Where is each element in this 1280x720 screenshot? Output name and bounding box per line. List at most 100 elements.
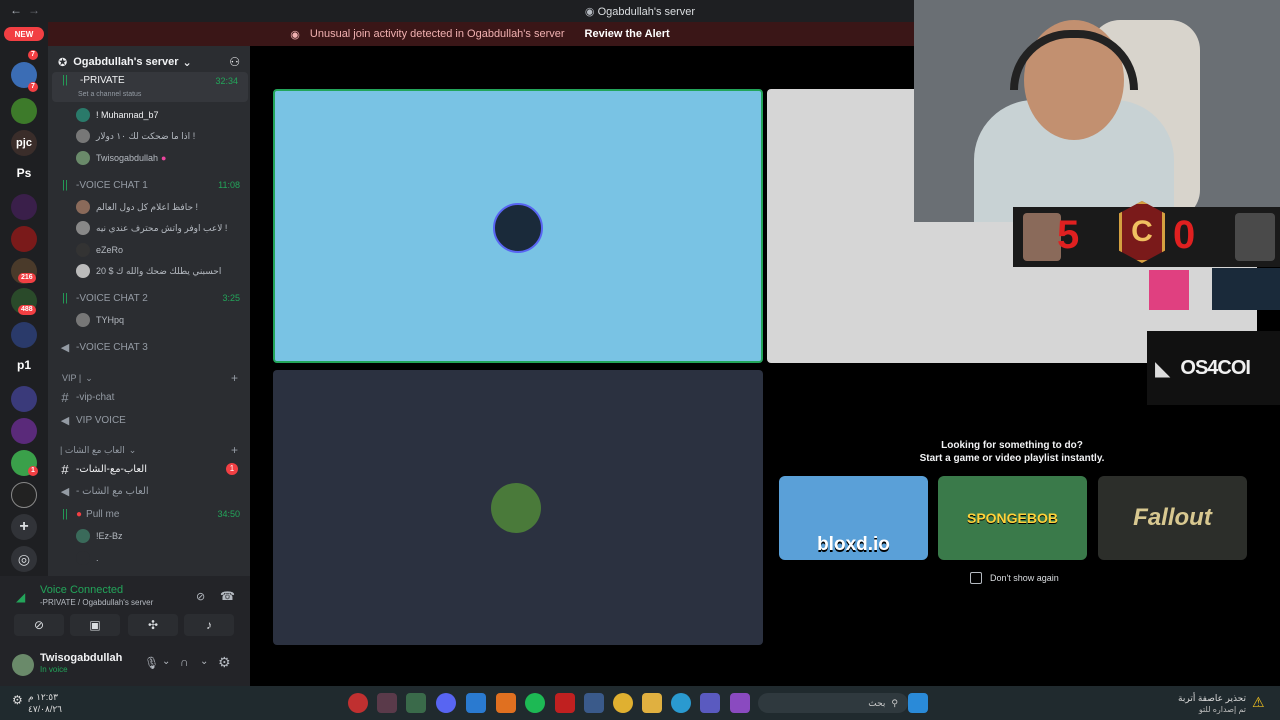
server-icon[interactable] bbox=[11, 226, 37, 252]
game-card-bloxd[interactable]: bloxd.io bbox=[779, 476, 928, 560]
screen-share-button[interactable]: ▣ bbox=[70, 614, 120, 636]
server-icon[interactable]: p1 bbox=[11, 352, 37, 378]
game-card-fallout[interactable]: Fallout bbox=[1098, 476, 1247, 560]
review-alert-button[interactable]: Review the Alert bbox=[585, 28, 670, 40]
voice-channel-games[interactable]: ◀ - العاب مع الشات bbox=[48, 481, 250, 501]
taskbar-search[interactable]: بحث ⚲ bbox=[758, 693, 908, 713]
server-icon[interactable] bbox=[11, 98, 37, 124]
voice-channel-private[interactable]: || -PRIVATE 32:34 Set a channel status bbox=[52, 72, 248, 102]
taskbar-app-edge[interactable] bbox=[671, 693, 691, 713]
channel-name: -PRIVATE bbox=[80, 75, 125, 86]
server-icon[interactable] bbox=[11, 194, 37, 220]
voice-member[interactable]: Twisogabdullah ● bbox=[76, 149, 246, 167]
search-icon: ⚲ bbox=[891, 697, 898, 708]
taskbar-app-store[interactable] bbox=[584, 693, 604, 713]
participant-avatar bbox=[493, 203, 543, 253]
server-icon[interactable] bbox=[11, 386, 37, 412]
voice-member[interactable]: .⊘ bbox=[76, 549, 282, 567]
category-games[interactable]: | العاب مع الشات ⌄ + bbox=[48, 440, 250, 460]
add-channel-icon[interactable]: + bbox=[231, 443, 238, 457]
voice-channel-1[interactable]: || -VOICE CHAT 1 11:08 bbox=[48, 175, 250, 195]
participant-tile-speaking[interactable] bbox=[273, 89, 763, 363]
taskbar-app-explorer[interactable] bbox=[642, 693, 662, 713]
unread-badge: 1 bbox=[226, 463, 238, 475]
add-channel-icon[interactable]: + bbox=[231, 371, 238, 385]
server-icon[interactable] bbox=[11, 418, 37, 444]
taskbar-app[interactable] bbox=[555, 693, 575, 713]
soundboard-button[interactable]: ♪ bbox=[184, 614, 234, 636]
chevron-down-icon: ⌄ bbox=[85, 372, 93, 383]
channel-name: - العاب مع الشات bbox=[76, 485, 149, 497]
taskbar-app-spotify[interactable] bbox=[525, 693, 545, 713]
voice-member[interactable]: 20 $ احسبني يطلك ضحك والله ك⊘ bbox=[76, 262, 282, 280]
clock-time[interactable]: ١٢:٥٣ م bbox=[28, 692, 58, 703]
chevron-down-icon: ⌄ bbox=[182, 56, 192, 69]
voice-channel-2[interactable]: || -VOICE CHAT 2 3:25 bbox=[48, 288, 250, 308]
warning-icon[interactable]: ⚠ bbox=[1252, 694, 1265, 711]
microphone-icon[interactable]: 🎙 bbox=[144, 656, 159, 670]
voice-member[interactable]: TYHpq⊘ bbox=[76, 311, 282, 329]
brand-name: OS4COI bbox=[1180, 356, 1251, 379]
voice-member[interactable]: !Ez-Bz⊘ bbox=[76, 527, 282, 545]
voice-member[interactable]: ! Muhannad_b7 bbox=[76, 106, 246, 124]
channel-name: -VOICE CHAT 3 bbox=[76, 341, 148, 353]
chevron-down-icon[interactable]: ⌄ bbox=[162, 656, 170, 667]
activities-button[interactable]: ✣ bbox=[128, 614, 178, 636]
chevron-down-icon[interactable]: ⌄ bbox=[200, 656, 208, 667]
avatar bbox=[76, 221, 90, 235]
voice-member[interactable]: eZeRo⊘ bbox=[76, 241, 282, 259]
taskbar-app[interactable] bbox=[496, 693, 516, 713]
server-icon[interactable]: Ps bbox=[11, 160, 37, 186]
category-vip[interactable]: VIP | ⌄ + bbox=[48, 368, 250, 388]
server-icon[interactable]: pjc bbox=[11, 130, 37, 156]
speaker-icon: ◀ bbox=[60, 341, 70, 354]
participant-tile[interactable] bbox=[273, 370, 763, 645]
add-server-icon[interactable]: + bbox=[11, 514, 37, 540]
server-icon[interactable] bbox=[11, 322, 37, 348]
taskbar-app[interactable] bbox=[466, 693, 486, 713]
settings-gear-icon[interactable]: ⚙ bbox=[218, 654, 231, 671]
server-badge: 7 bbox=[28, 50, 38, 60]
channel-status[interactable]: Set a channel status bbox=[78, 91, 141, 98]
news-title[interactable]: تحذير عاصفة أتربة bbox=[1160, 693, 1246, 704]
voice-location[interactable]: -PRIVATE / Ogabdullah's server bbox=[40, 598, 153, 607]
text-channel-games[interactable]: # -العاب-مع-الشات 1 bbox=[48, 459, 250, 479]
headphones-icon[interactable]: ∩ bbox=[180, 655, 189, 669]
taskbar-app-capcut[interactable] bbox=[377, 693, 397, 713]
checkbox[interactable] bbox=[970, 572, 982, 584]
server-icon-small: ◉ bbox=[584, 6, 595, 18]
server-icon[interactable] bbox=[11, 482, 37, 508]
disconnect-icon[interactable]: ☎ bbox=[220, 589, 235, 603]
avatar bbox=[76, 108, 90, 122]
network-icon[interactable]: ⚙ bbox=[12, 693, 23, 707]
discover-icon[interactable]: ◎ bbox=[11, 546, 37, 572]
taskbar-app-obs[interactable] bbox=[348, 693, 368, 713]
clock-date[interactable]: ٤٧/٠٨/٢٦ bbox=[28, 704, 62, 715]
voice-channel-pullme[interactable]: || ● Pull me 34:50 bbox=[48, 504, 250, 524]
voice-member[interactable]: لاعب اوفر واتش محترف عندي نيه !⊘ bbox=[76, 219, 282, 237]
voice-channel-vip[interactable]: ◀ VIP VOICE bbox=[48, 410, 250, 430]
game-card-spongebob[interactable]: SPONGEBOB bbox=[938, 476, 1087, 560]
dont-show-label: Don't show again bbox=[990, 573, 1059, 583]
signal-icon[interactable]: ◢ bbox=[16, 590, 25, 604]
taskbar-app[interactable] bbox=[730, 693, 750, 713]
taskbar-app-discord[interactable] bbox=[436, 693, 456, 713]
start-button-windows-icon[interactable] bbox=[908, 693, 928, 713]
user-avatar[interactable] bbox=[12, 654, 34, 676]
voice-member[interactable]: حافظ اعلام كل دول العالم !⊘ bbox=[76, 198, 282, 216]
alert-icon: ◉ bbox=[290, 28, 300, 41]
voice-member[interactable]: اذا ما ضحكت لك ١٠ دولار ! bbox=[76, 127, 246, 145]
member-name: TYHpq bbox=[96, 315, 125, 325]
text-channel-vip-chat[interactable]: # -vip-chat bbox=[48, 387, 250, 407]
noise-suppression-icon[interactable]: ⊘ bbox=[196, 590, 205, 603]
dont-show-again[interactable]: Don't show again bbox=[970, 572, 1059, 584]
new-badge: NEW bbox=[4, 27, 44, 41]
voice-channel-3[interactable]: ◀ -VOICE CHAT 3 bbox=[48, 337, 250, 357]
taskbar-app-teams[interactable] bbox=[700, 693, 720, 713]
taskbar-app[interactable] bbox=[406, 693, 426, 713]
activity-subtitle: Start a game or video playlist instantly… bbox=[919, 453, 1105, 464]
camera-button[interactable]: ⊘ bbox=[14, 614, 64, 636]
add-member-icon[interactable]: ⚇ bbox=[229, 55, 240, 69]
streamer-webcam bbox=[914, 0, 1280, 222]
taskbar-app-chrome[interactable] bbox=[613, 693, 633, 713]
